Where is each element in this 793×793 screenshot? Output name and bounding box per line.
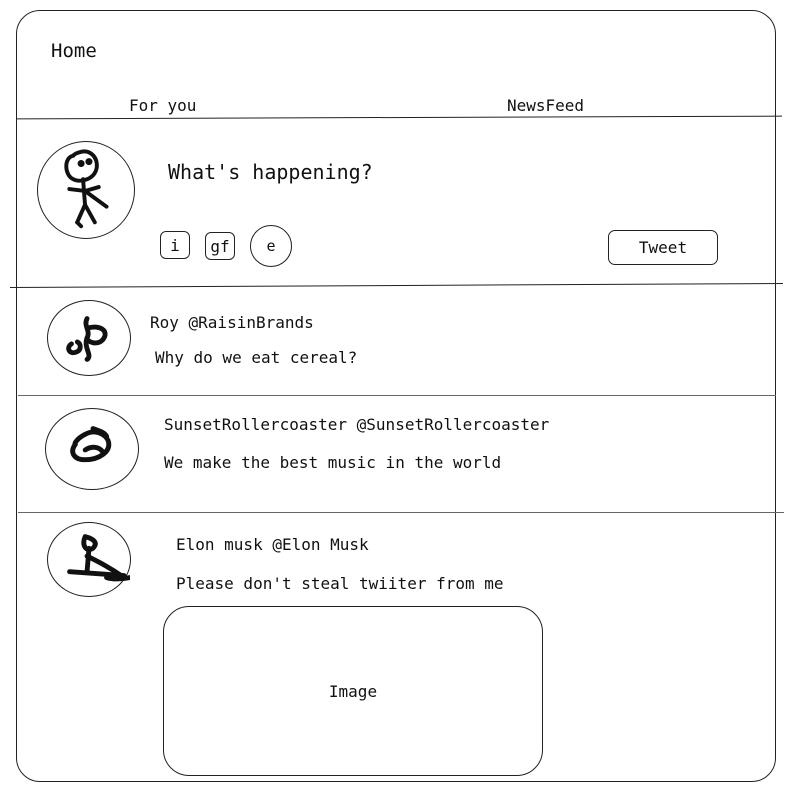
tab-newsfeed[interactable]: NewsFeed — [507, 96, 584, 115]
tab-for-you[interactable]: For you — [129, 96, 196, 115]
post-handle[interactable]: Roy @RaisinBrands — [150, 313, 314, 332]
post-avatar-roy[interactable] — [47, 300, 131, 376]
post-divider — [18, 395, 776, 396]
post-avatar-sunsetrollercoaster[interactable] — [45, 408, 139, 490]
image-placeholder-label: Image — [328, 681, 378, 701]
scribble-avatar-icon — [66, 316, 108, 362]
scribble-avatar-icon — [70, 426, 112, 463]
post-handle[interactable]: SunsetRollercoaster @SunsetRollercoaster — [164, 415, 549, 434]
post-handle[interactable]: Elon musk @Elon Musk — [176, 535, 369, 554]
scribble-avatar-icon — [67, 534, 130, 582]
post-image[interactable]: Image — [163, 606, 543, 776]
composer-avatar — [37, 141, 135, 239]
stick-figure-icon — [64, 149, 109, 229]
post-text: Please don't steal twiiter from me — [176, 574, 504, 593]
compose-prompt[interactable]: What's happening? — [168, 160, 373, 184]
post-avatar-elon[interactable] — [47, 522, 131, 597]
post-text: Why do we eat cereal? — [155, 348, 358, 367]
page-title: Home — [51, 40, 97, 62]
image-attach-button[interactable]: i — [160, 231, 190, 259]
tweet-button[interactable]: Tweet — [608, 230, 718, 265]
post-divider — [18, 512, 784, 513]
gif-attach-button[interactable]: gf — [205, 232, 235, 260]
post-text: We make the best music in the world — [164, 453, 502, 472]
emoji-button[interactable]: e — [250, 225, 292, 267]
